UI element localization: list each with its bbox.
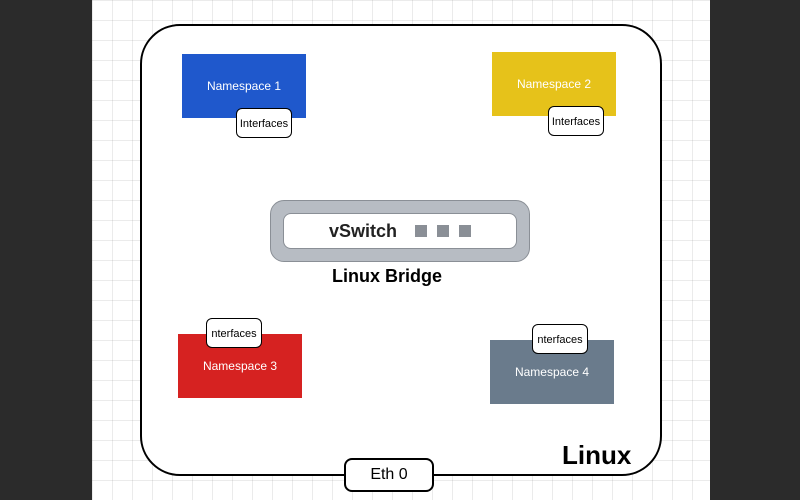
bridge-label: Linux Bridge — [332, 266, 442, 287]
interface-2[interactable]: Interfaces — [548, 106, 604, 136]
os-label: Linux — [562, 440, 631, 471]
vswitch-label: vSwitch — [329, 221, 397, 242]
vswitch-face: vSwitch — [283, 213, 517, 249]
interface-3[interactable]: nterfaces — [206, 318, 262, 348]
eth0-port[interactable]: Eth 0 — [344, 458, 434, 492]
vswitch[interactable]: vSwitch — [270, 200, 530, 262]
switch-ports-icon — [415, 225, 471, 237]
canvas-page: Namespace 1 Namespace 2 Namespace 3 Name… — [92, 0, 710, 500]
interface-4[interactable]: nterfaces — [532, 324, 588, 354]
interface-1[interactable]: Interfaces — [236, 108, 292, 138]
